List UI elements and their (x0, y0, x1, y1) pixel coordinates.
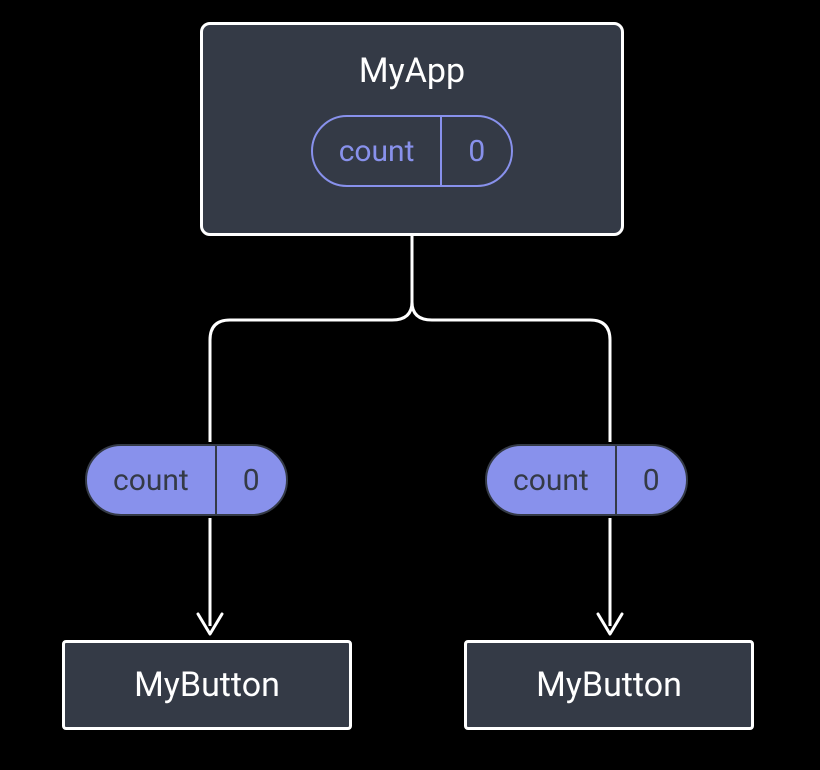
state-pill: count 0 (311, 115, 514, 187)
prop-label: count (487, 446, 615, 514)
prop-pill-left: count 0 (85, 444, 288, 516)
state-value: 0 (440, 117, 511, 185)
child-component-box-left: MyButton (62, 640, 352, 730)
parent-component-name: MyApp (359, 51, 465, 91)
state-label: count (313, 117, 441, 185)
child-component-name: MyButton (536, 665, 682, 705)
prop-value: 0 (215, 446, 286, 514)
prop-pill-right: count 0 (485, 444, 688, 516)
child-component-name: MyButton (134, 665, 280, 705)
child-component-box-right: MyButton (464, 640, 754, 730)
prop-value: 0 (615, 446, 686, 514)
prop-label: count (87, 446, 215, 514)
parent-component-box: MyApp count 0 (200, 22, 624, 236)
